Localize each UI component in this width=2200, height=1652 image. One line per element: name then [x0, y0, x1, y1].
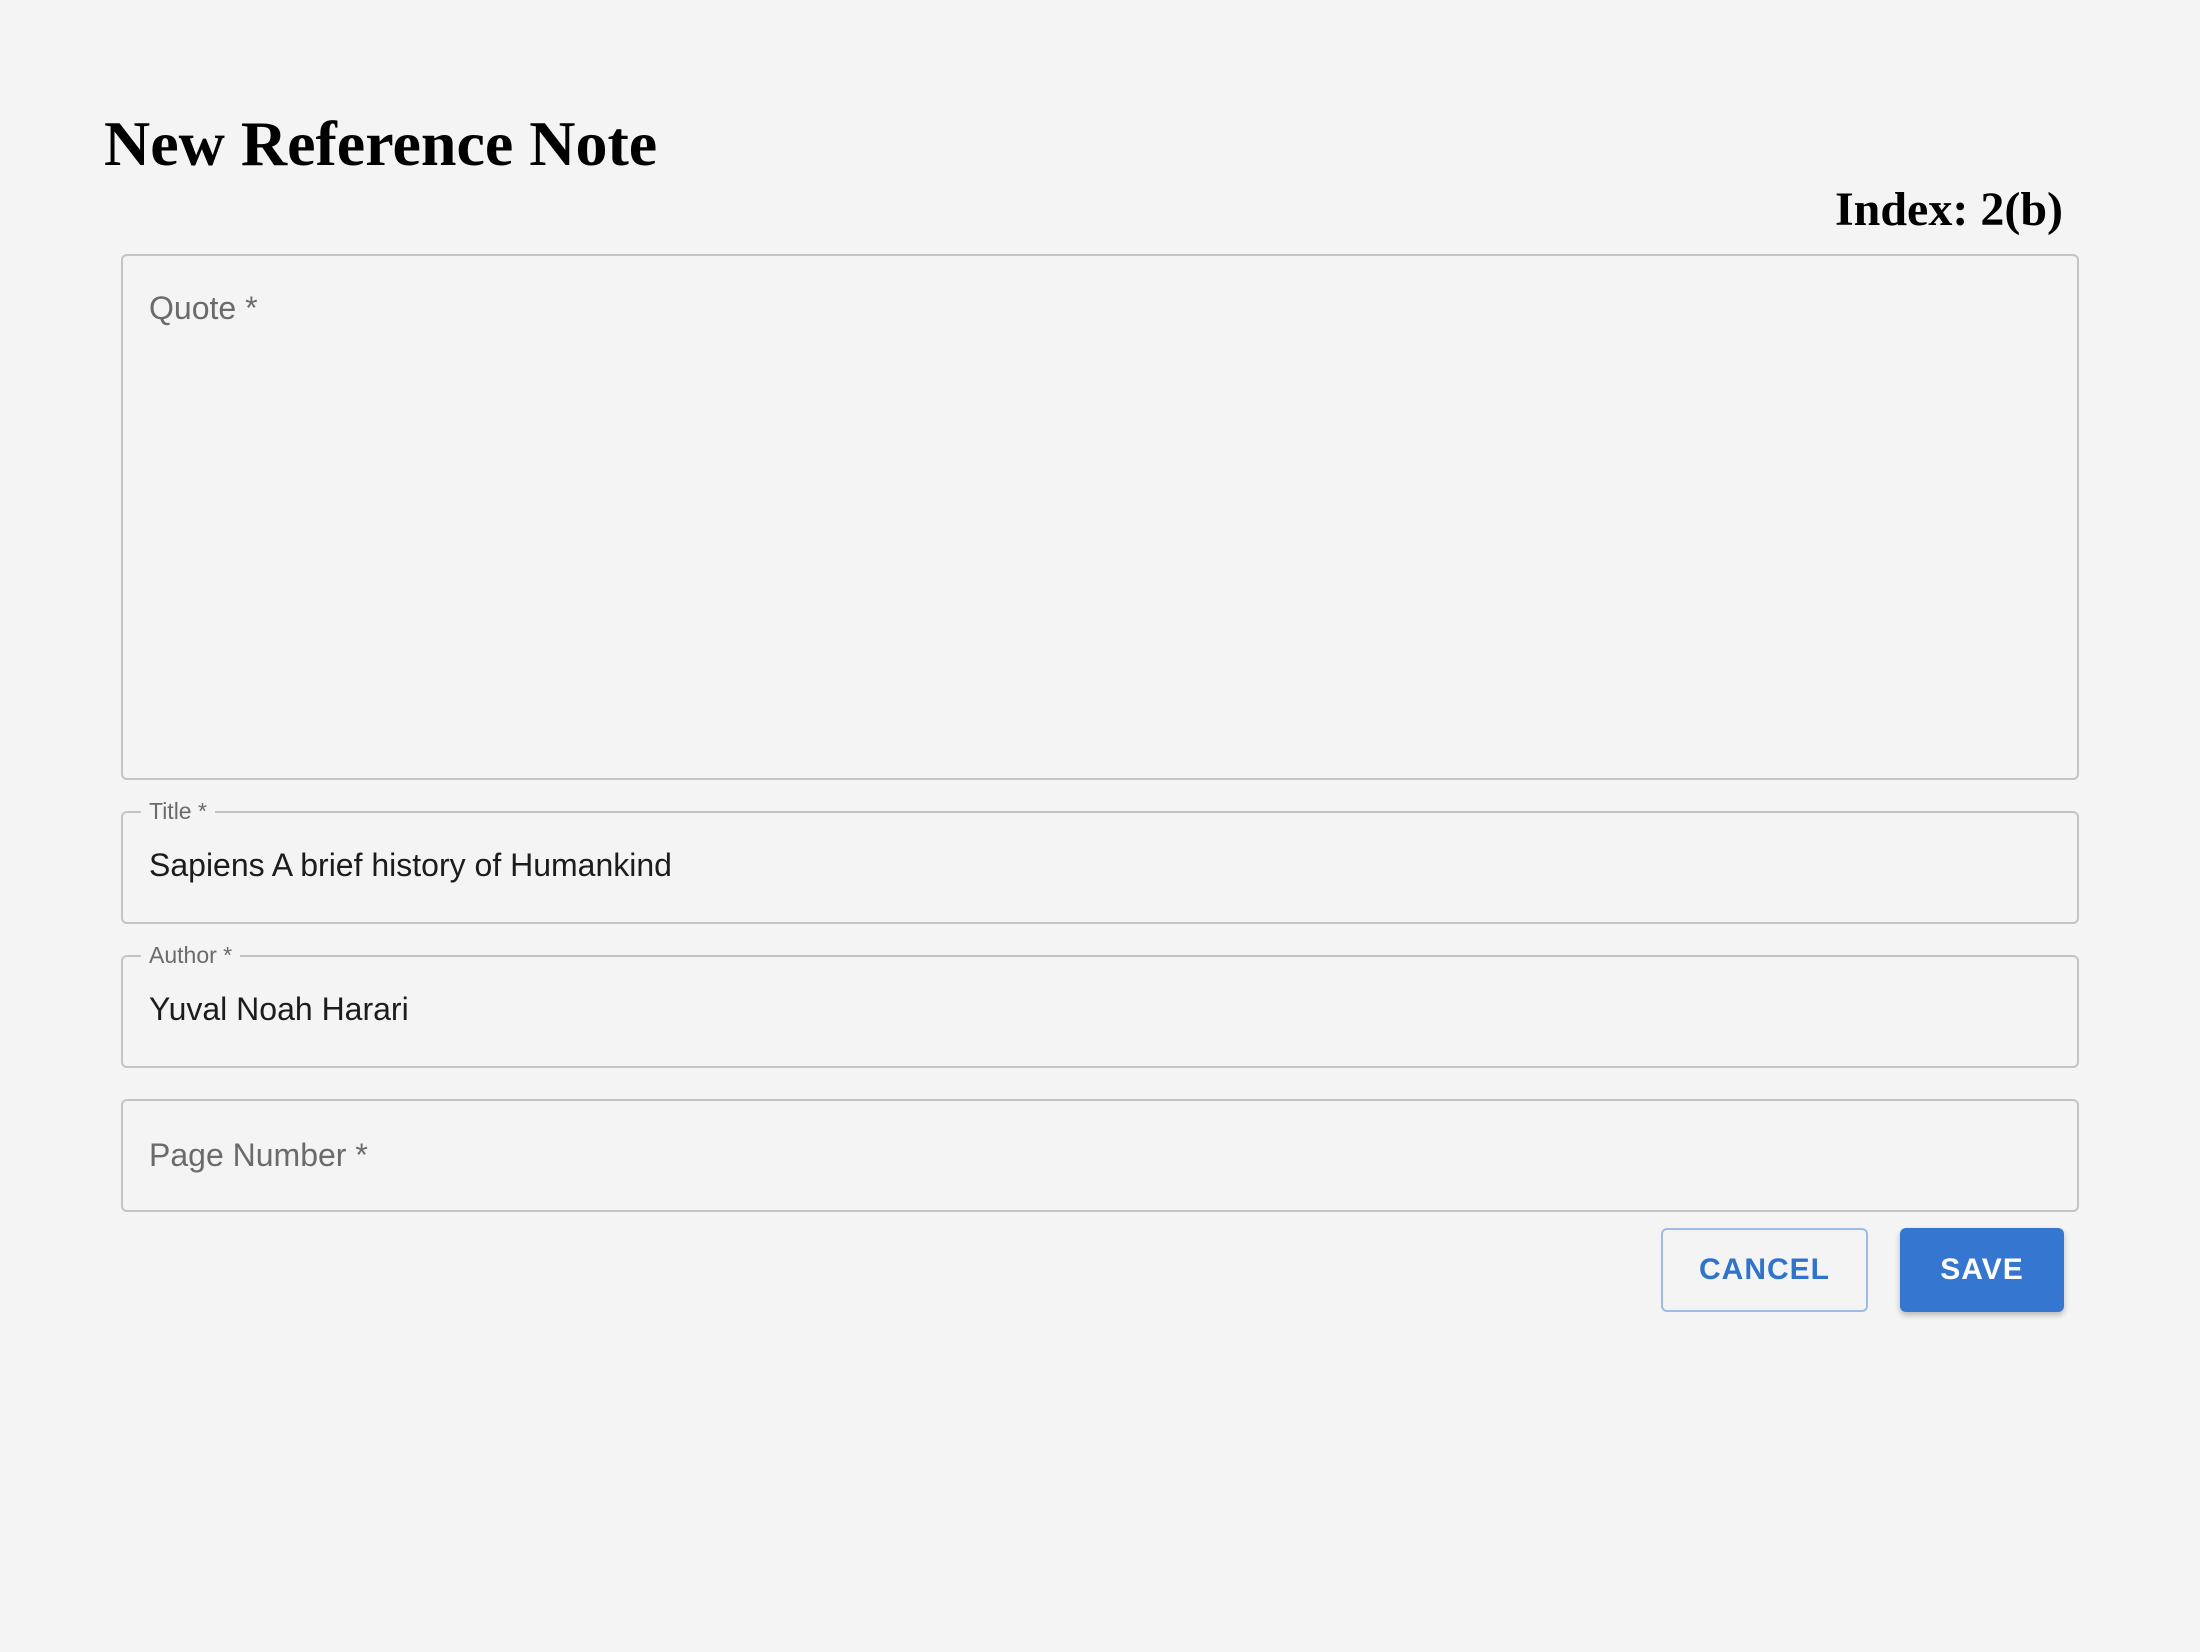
quote-label: Quote * [149, 290, 258, 326]
quote-textarea[interactable]: Quote * [121, 254, 2079, 780]
page-title: New Reference Note [104, 108, 658, 179]
page-number-label: Page Number * [149, 1137, 368, 1173]
title-value: Sapiens A brief history of Humankind [149, 847, 672, 883]
cancel-button[interactable]: CANCEL [1661, 1228, 1868, 1312]
author-value: Yuval Noah Harari [149, 991, 409, 1027]
page-number-field[interactable]: Page Number * [121, 1099, 2079, 1212]
author-label: Author * [141, 941, 241, 969]
title-label: Title * [141, 797, 215, 825]
save-button[interactable]: SAVE [1900, 1228, 2064, 1312]
index-label: Index: 2(b) [1834, 183, 2063, 236]
title-field[interactable]: Title * Sapiens A brief history of Human… [121, 797, 2079, 924]
author-field[interactable]: Author * Yuval Noah Harari [121, 941, 2079, 1068]
